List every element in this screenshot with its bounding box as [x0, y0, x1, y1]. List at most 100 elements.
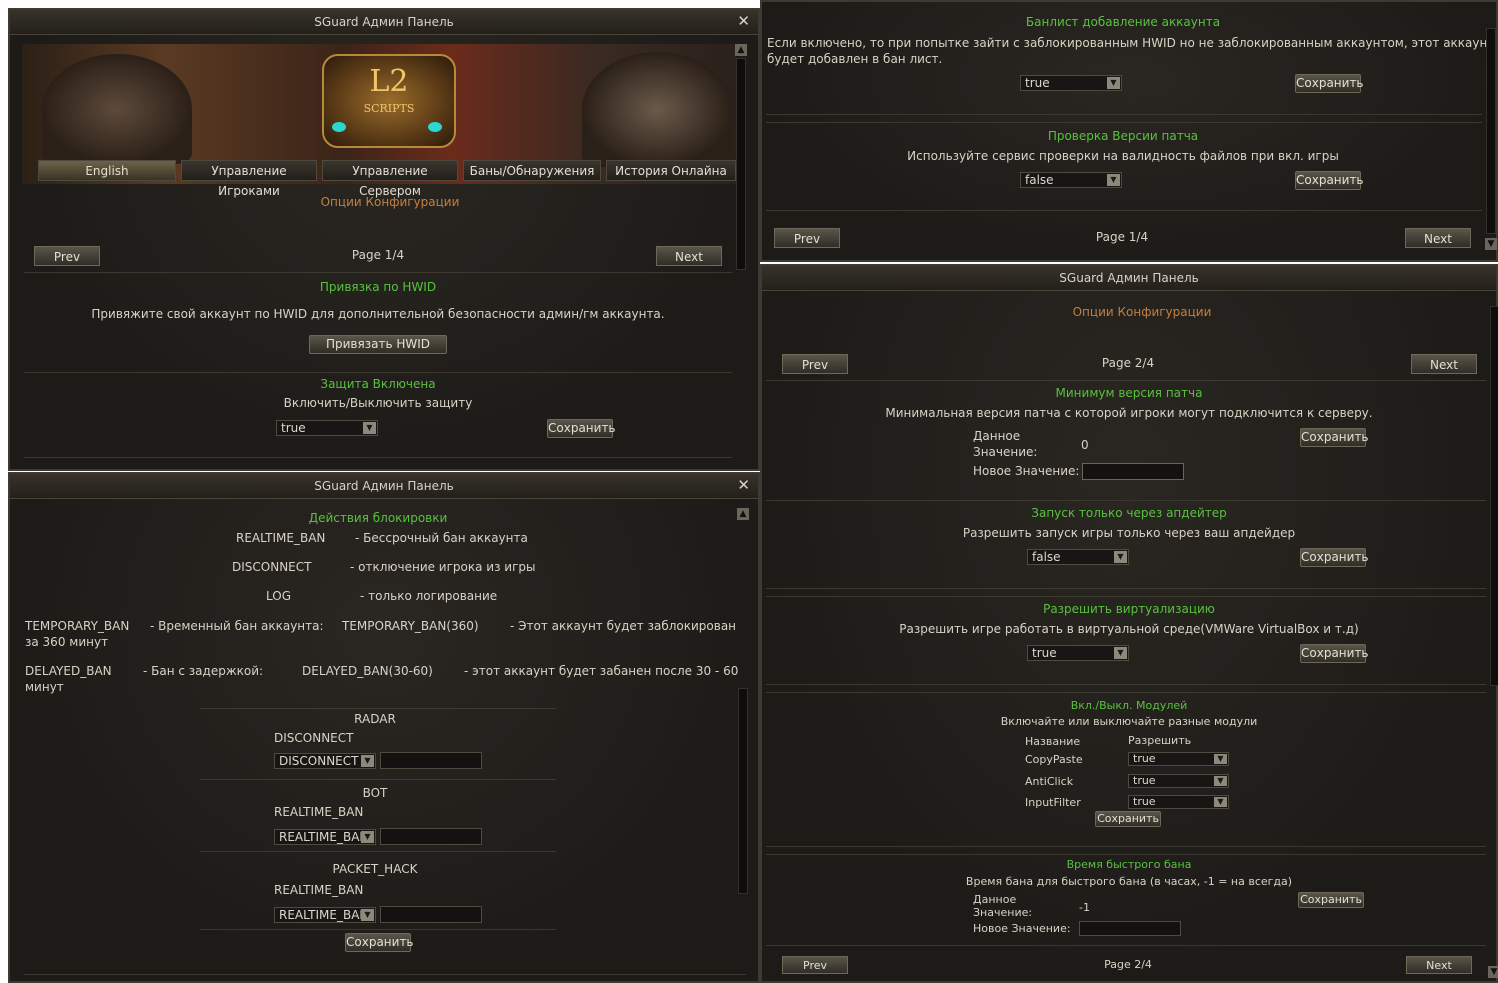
page-indicator: Page 1/4: [1095, 230, 1149, 244]
fast-ban-title: Время быстрого бана: [1066, 858, 1192, 871]
virtualization-select[interactable]: true ▼: [1027, 645, 1129, 661]
next-button[interactable]: Next: [656, 246, 722, 266]
divider: [766, 122, 1482, 123]
dropdown-arrow-icon: ▼: [363, 422, 376, 434]
module-copypaste-select[interactable]: true ▼: [1128, 752, 1229, 766]
detection-name: PACKET_HACK: [332, 862, 418, 876]
logo-text-scripts: SCRIPTS: [363, 102, 415, 115]
updater-select[interactable]: false ▼: [1027, 549, 1129, 565]
scroll-down-icon[interactable]: ▼: [1485, 238, 1497, 250]
scrollbar[interactable]: [1486, 28, 1496, 234]
scrollbar[interactable]: [736, 58, 746, 270]
next-button[interactable]: Next: [1406, 956, 1472, 974]
admin-panel-window-1: SGuard Админ Панель ✕ L2 SCRIPTS English…: [8, 8, 760, 471]
tab-online-history[interactable]: История Онлайна: [606, 160, 736, 181]
scroll-up-icon[interactable]: ▲: [735, 44, 747, 56]
page-indicator: Page 2/4: [1101, 356, 1155, 370]
detection-current: REALTIME_BAN: [274, 805, 364, 819]
prev-button[interactable]: Prev: [782, 354, 848, 374]
protection-select[interactable]: true ▼: [276, 420, 378, 436]
dropdown-arrow-icon: ▼: [1114, 647, 1127, 659]
logo-gem-left: [332, 122, 346, 132]
bot-param-input[interactable]: [380, 828, 482, 845]
detections-save-button[interactable]: Сохранить: [345, 933, 414, 952]
detection-current: REALTIME_BAN: [274, 883, 364, 897]
dropdown-arrow-icon: ▼: [361, 831, 374, 843]
radar-param-input[interactable]: [380, 752, 482, 769]
scrollbar[interactable]: [1490, 306, 1498, 686]
divider: [766, 588, 1486, 589]
bot-action-select[interactable]: REALTIME_BAI ▼: [274, 829, 376, 845]
divider: [24, 272, 732, 273]
detection-name: BOT: [362, 786, 388, 800]
scroll-down-icon[interactable]: ▼: [1488, 966, 1498, 978]
select-value: true: [281, 421, 306, 435]
fast-ban-save-button[interactable]: Сохранить: [1298, 892, 1364, 908]
module-name: InputFilter: [1025, 796, 1081, 809]
prev-button[interactable]: Prev: [774, 228, 840, 248]
select-value: false: [1032, 550, 1061, 564]
temp-ban-key: TEMPORARY_BAN: [25, 619, 130, 633]
logo-text-l2: L2: [369, 64, 409, 99]
tab-bans-detections[interactable]: Баны/Обнаружения: [463, 160, 601, 181]
divider: [766, 596, 1486, 597]
divider: [766, 114, 1482, 115]
modules-description: Включайте или выключайте разные модули: [1000, 715, 1258, 728]
next-button[interactable]: Next: [1411, 354, 1477, 374]
delayed-ban-desc: - Бан с задержкой:: [143, 664, 264, 678]
banner-warrior-right: [582, 52, 732, 167]
action-desc: - отключение игрока из игры: [350, 560, 536, 574]
select-value: true: [1032, 646, 1057, 660]
modules-save-button[interactable]: Сохранить: [1095, 811, 1161, 827]
section-title: Опции Конфигурации: [1072, 305, 1212, 319]
packet-hack-param-input[interactable]: [380, 906, 482, 923]
divider: [24, 974, 746, 975]
radar-action-select[interactable]: DISCONNECT ▼: [274, 753, 376, 769]
divider: [766, 210, 1482, 211]
window-title: SGuard Админ Панель: [314, 479, 454, 493]
tab-player-management[interactable]: Управление Игроками: [181, 160, 317, 198]
scroll-up-icon[interactable]: ▲: [737, 508, 749, 520]
patch-check-select[interactable]: false ▼: [1020, 172, 1122, 188]
module-name: AntiClick: [1025, 775, 1074, 788]
logo-gem-right: [428, 122, 442, 132]
close-icon[interactable]: ✕: [737, 474, 750, 496]
tab-english[interactable]: English: [38, 160, 176, 181]
module-anticlick-select[interactable]: true ▼: [1128, 774, 1229, 788]
virtualization-save-button[interactable]: Сохранить: [1300, 644, 1369, 663]
banlist-description-line2: будет добавлен в бан лист.: [767, 52, 943, 66]
scrollbar[interactable]: [738, 688, 748, 894]
tab-server-management[interactable]: Управление Сервером: [322, 160, 458, 198]
banlist-title: Банлист добавление аккаунта: [1025, 15, 1221, 29]
patch-check-description: Используйте сервис проверки на валидност…: [907, 149, 1339, 163]
updater-save-button[interactable]: Сохранить: [1300, 548, 1369, 567]
delayed-ban-example: DELAYED_BAN(30-60): [302, 664, 433, 678]
banlist-select[interactable]: true ▼: [1020, 75, 1122, 91]
prev-button[interactable]: Prev: [34, 246, 100, 266]
divider: [200, 851, 556, 852]
banlist-save-button[interactable]: Сохранить: [1295, 74, 1364, 93]
prev-button[interactable]: Prev: [782, 956, 848, 974]
detection-name: RADAR: [354, 712, 396, 726]
bind-hwid-button[interactable]: Привязать HWID: [309, 335, 447, 354]
window-title-bar[interactable]: SGuard Админ Панель: [762, 266, 1496, 291]
select-value: true: [1025, 76, 1050, 90]
fast-ban-new-value-input[interactable]: [1079, 921, 1181, 936]
action-key: LOG: [266, 589, 292, 603]
window-title-bar[interactable]: SGuard Админ Панель ✕: [10, 10, 758, 35]
next-button[interactable]: Next: [1405, 228, 1471, 248]
select-value: DISCONNECT: [279, 754, 359, 768]
module-inputfilter-select[interactable]: true ▼: [1128, 795, 1229, 809]
action-desc: - Бессрочный бан аккаунта: [355, 531, 528, 545]
packet-hack-action-select[interactable]: REALTIME_BAI ▼: [274, 907, 376, 923]
min-patch-new-value-input[interactable]: [1082, 463, 1184, 480]
close-icon[interactable]: ✕: [737, 10, 750, 32]
virtualization-description: Разрешить игре работать в виртуальной ср…: [899, 622, 1359, 636]
min-patch-save-button[interactable]: Сохранить: [1300, 428, 1369, 447]
dropdown-arrow-icon: ▼: [1114, 551, 1127, 563]
dropdown-arrow-icon: ▼: [361, 755, 374, 767]
protection-save-button[interactable]: Сохранить: [547, 419, 616, 438]
modules-col-name: Название: [1025, 735, 1081, 748]
patch-check-save-button[interactable]: Сохранить: [1295, 171, 1364, 190]
window-title-bar[interactable]: SGuard Админ Панель ✕: [10, 474, 758, 499]
